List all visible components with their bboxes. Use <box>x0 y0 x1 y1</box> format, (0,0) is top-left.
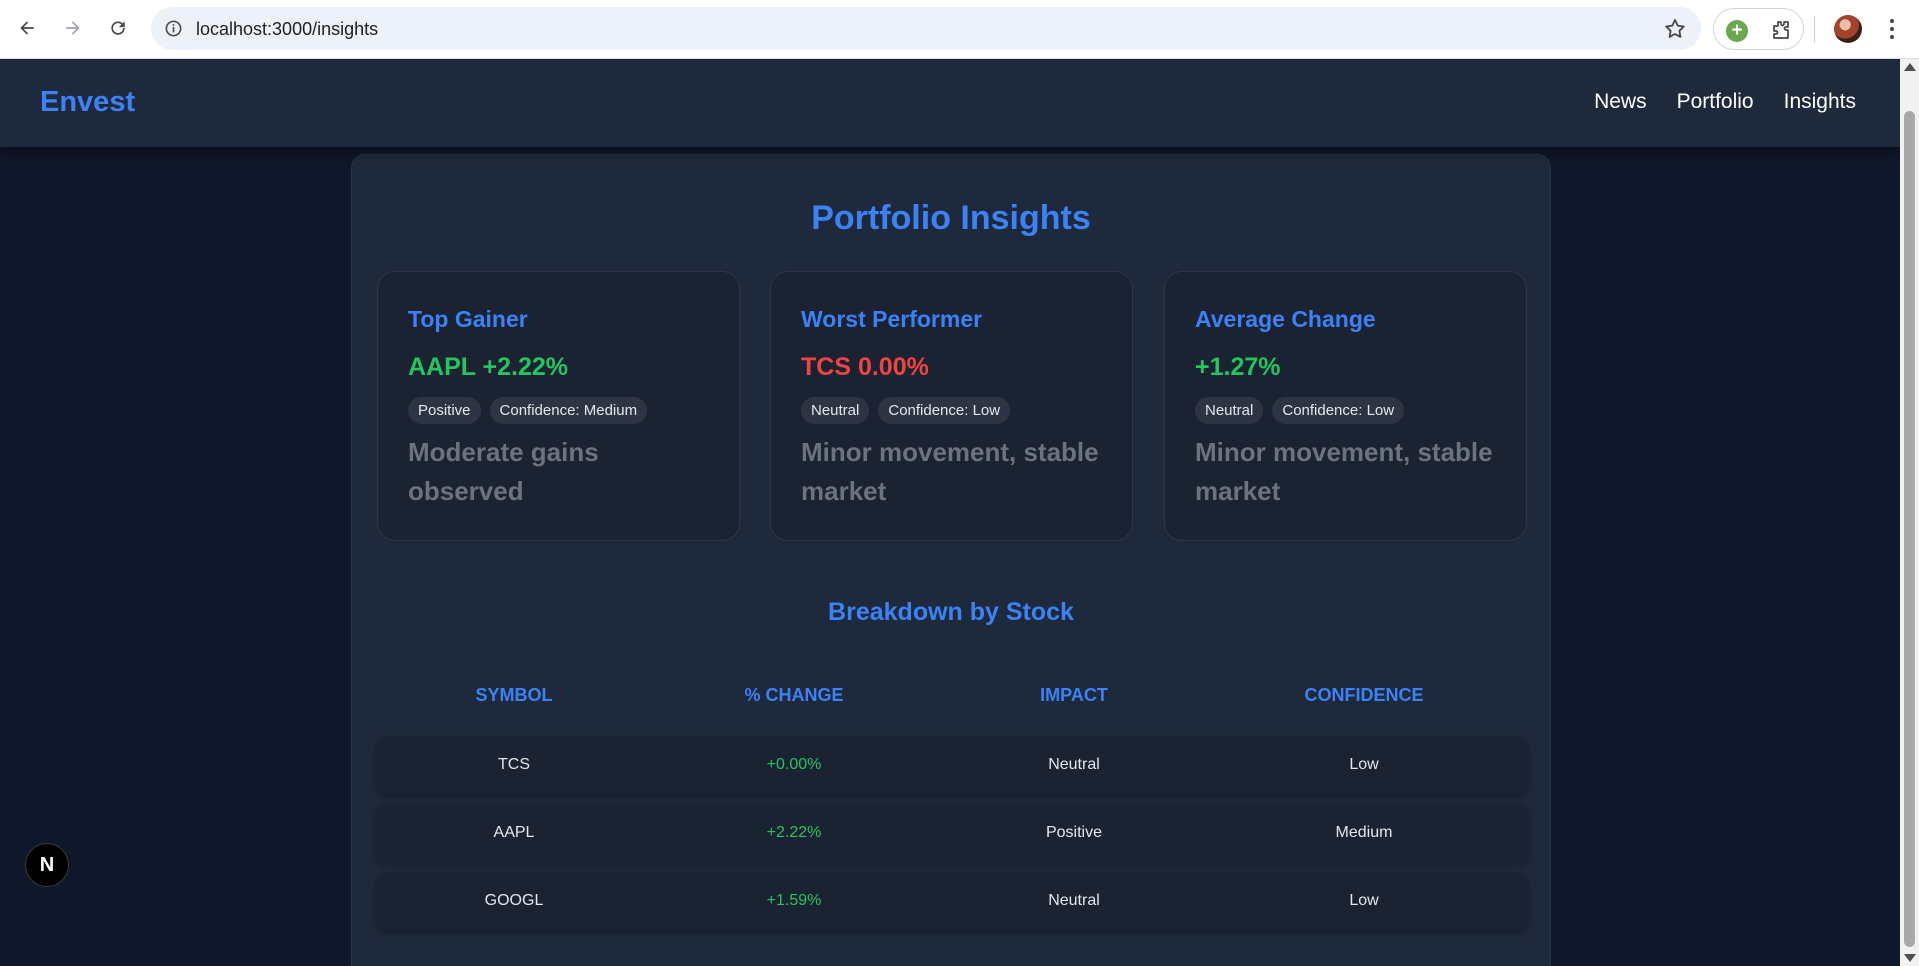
card-value: AAPL +2.22% <box>408 353 569 381</box>
card-tags: Positive Confidence: Medium <box>408 397 648 424</box>
nav-link-news[interactable]: News <box>1594 90 1647 114</box>
card-tags: Neutral Confidence: Low <box>801 397 1011 424</box>
cell-confidence: Medium <box>1335 824 1393 841</box>
puzzle-icon[interactable] <box>1769 18 1793 42</box>
card-description: Minor movement, stable market <box>801 437 1099 506</box>
impact-badge: Neutral <box>1195 397 1264 424</box>
impact-badge: Positive <box>408 397 481 424</box>
profile-avatar[interactable] <box>1834 15 1862 43</box>
worst-performer-card: Worst Performer TCS 0.00% Neutral Confid… <box>770 271 1133 541</box>
header-symbol: SYMBOL <box>475 685 553 705</box>
table-header: SYMBOL % CHANGE IMPACT CONFIDENCE <box>352 685 1550 715</box>
app-header: Envest News Portfolio Insights <box>0 59 1900 147</box>
page-viewport: Envest News Portfolio Insights Portfolio… <box>0 59 1900 966</box>
cell-impact: Neutral <box>1048 892 1100 909</box>
page-title: Portfolio Insights <box>811 199 1091 237</box>
confidence-badge: Confidence: Low <box>878 397 1011 424</box>
average-change-card: Average Change +1.27% Neutral Confidence… <box>1164 271 1527 541</box>
card-description: Minor movement, stable market <box>1195 437 1493 506</box>
cell-symbol: AAPL <box>493 824 535 841</box>
forward-icon[interactable] <box>58 13 88 43</box>
nextjs-dev-badge[interactable]: N <box>25 843 69 887</box>
extensions-group: + <box>1713 8 1804 50</box>
more-vert-icon[interactable] <box>1880 12 1904 46</box>
card-title: Top Gainer <box>408 306 528 332</box>
cell-change: +2.22% <box>766 824 822 841</box>
star-icon[interactable] <box>1663 17 1687 41</box>
top-gainer-card: Top Gainer AAPL +2.22% Positive Confiden… <box>377 271 740 541</box>
reload-icon[interactable] <box>103 13 133 43</box>
nav-link-insights[interactable]: Insights <box>1784 90 1856 114</box>
back-icon[interactable] <box>12 13 42 43</box>
cell-change: +1.59% <box>766 892 822 909</box>
cell-change: +0.00% <box>766 756 822 773</box>
card-description: Moderate gains observed <box>408 437 599 506</box>
card-value: +1.27% <box>1195 353 1281 381</box>
header-confidence: CONFIDENCE <box>1304 685 1424 705</box>
card-value: TCS 0.00% <box>801 353 929 381</box>
cell-symbol: TCS <box>498 756 530 773</box>
cell-confidence: Low <box>1349 892 1379 909</box>
card-title: Average Change <box>1195 306 1376 332</box>
top-nav: News Portfolio Insights <box>1594 90 1856 114</box>
toolbar-divider <box>1814 16 1815 42</box>
vertical-scrollbar[interactable] <box>1900 59 1919 966</box>
insights-panel: Portfolio Insights Top Gainer AAPL +2.22… <box>351 154 1551 966</box>
card-title: Worst Performer <box>801 306 983 332</box>
nav-link-portfolio[interactable]: Portfolio <box>1677 90 1754 114</box>
confidence-badge: Confidence: Medium <box>489 397 648 424</box>
url-text[interactable]: localhost:3000/insights <box>196 19 378 40</box>
cell-confidence: Low <box>1349 756 1379 773</box>
browser-toolbar: localhost:3000/insights + <box>0 0 1919 59</box>
scroll-up-arrow-icon[interactable] <box>1904 63 1916 71</box>
impact-badge: Neutral <box>801 397 870 424</box>
table-row: TCS +0.00% Neutral Low <box>375 737 1529 795</box>
scroll-down-arrow-icon[interactable] <box>1904 954 1916 962</box>
header-impact: IMPACT <box>1040 685 1108 705</box>
card-tags: Neutral Confidence: Low <box>1195 397 1405 424</box>
header-change: % CHANGE <box>744 685 844 705</box>
brand-logo[interactable]: Envest <box>40 86 135 119</box>
breakdown-title: Breakdown by Stock <box>828 598 1074 626</box>
cell-symbol: GOOGL <box>484 892 544 909</box>
confidence-badge: Confidence: Low <box>1272 397 1405 424</box>
table-row: GOOGL +1.59% Neutral Low <box>375 873 1529 931</box>
address-bar[interactable]: localhost:3000/insights <box>151 7 1701 50</box>
info-icon[interactable] <box>164 19 183 38</box>
extension-add-icon[interactable]: + <box>1726 20 1748 42</box>
cell-impact: Neutral <box>1048 756 1100 773</box>
table-row: AAPL +2.22% Positive Medium <box>375 805 1529 863</box>
scrollbar-thumb[interactable] <box>1904 111 1915 947</box>
cell-impact: Positive <box>1045 824 1103 841</box>
